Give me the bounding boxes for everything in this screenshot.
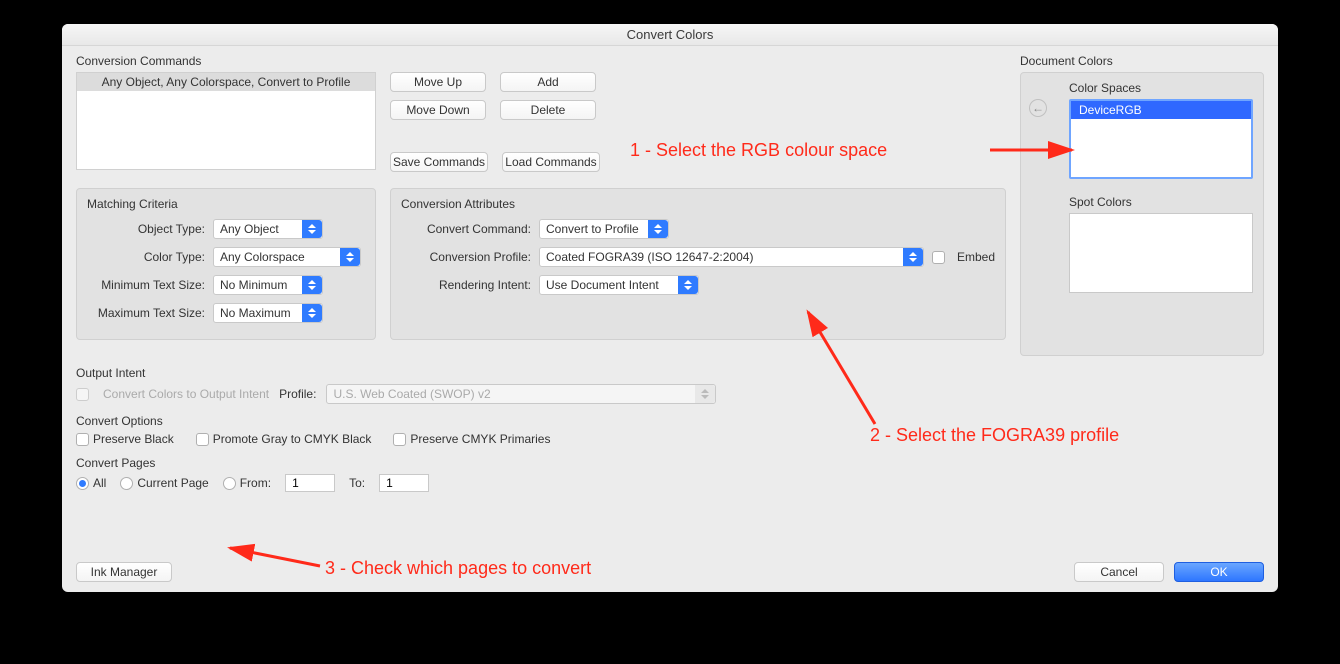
save-commands-button[interactable]: Save Commands <box>390 152 488 172</box>
window-title: Convert Colors <box>62 24 1278 46</box>
commands-list[interactable]: Any Object, Any Colorspace, Convert to P… <box>76 72 376 170</box>
command-item[interactable]: Any Object, Any Colorspace, Convert to P… <box>77 73 375 91</box>
cancel-button[interactable]: Cancel <box>1074 562 1164 582</box>
color-spaces-list[interactable]: DeviceRGB <box>1069 99 1253 179</box>
conversion-commands-label: Conversion Commands <box>76 54 376 68</box>
chevron-updown-icon <box>302 220 322 238</box>
conversion-attributes-panel: Conversion Attributes Convert Command: C… <box>390 188 1006 340</box>
convert-options-label: Convert Options <box>76 414 1264 428</box>
chevron-updown-icon <box>648 220 668 238</box>
rendering-intent-label: Rendering Intent: <box>401 278 531 292</box>
spot-colors-list[interactable] <box>1069 213 1253 293</box>
chevron-updown-icon <box>340 248 360 266</box>
document-colors-panel: ← Color Spaces DeviceRGB Spot Colors <box>1020 72 1264 356</box>
chevron-updown-icon <box>678 276 698 294</box>
pages-current-label: Current Page <box>137 476 208 490</box>
max-text-select[interactable]: No Maximum <box>213 303 323 323</box>
min-text-select[interactable]: No Minimum <box>213 275 323 295</box>
document-colors-label: Document Colors <box>1020 54 1264 68</box>
color-space-item-devicergb[interactable]: DeviceRGB <box>1071 101 1251 119</box>
pages-from-label: From: <box>240 476 271 490</box>
chevron-updown-icon <box>302 304 322 322</box>
pages-to-label: To: <box>349 476 365 490</box>
profile-label: Profile: <box>279 387 316 401</box>
output-intent-label: Output Intent <box>76 366 1264 380</box>
pages-from-input[interactable] <box>285 474 335 492</box>
back-arrow-icon[interactable]: ← <box>1029 99 1047 117</box>
matching-criteria-label: Matching Criteria <box>87 197 365 211</box>
preserve-cmyk-checkbox[interactable] <box>393 433 406 446</box>
matching-criteria-panel: Matching Criteria Object Type: Any Objec… <box>76 188 376 340</box>
move-up-button[interactable]: Move Up <box>390 72 486 92</box>
color-spaces-label: Color Spaces <box>1069 81 1253 95</box>
color-type-label: Color Type: <box>87 250 205 264</box>
load-commands-button[interactable]: Load Commands <box>502 152 600 172</box>
object-type-select[interactable]: Any Object <box>213 219 323 239</box>
ok-button[interactable]: OK <box>1174 562 1264 582</box>
convert-pages-label: Convert Pages <box>76 456 1264 470</box>
convert-command-select[interactable]: Convert to Profile <box>539 219 669 239</box>
pages-current-radio[interactable] <box>120 477 133 490</box>
pages-all-radio[interactable] <box>76 477 89 490</box>
chevron-updown-icon <box>695 385 715 403</box>
embed-checkbox[interactable] <box>932 251 945 264</box>
ink-manager-button[interactable]: Ink Manager <box>76 562 172 582</box>
convert-command-label: Convert Command: <box>401 222 531 236</box>
preserve-cmyk-label: Preserve CMYK Primaries <box>410 432 550 446</box>
output-profile-select: U.S. Web Coated (SWOP) v2 <box>326 384 716 404</box>
color-type-select[interactable]: Any Colorspace <box>213 247 361 267</box>
promote-gray-label: Promote Gray to CMYK Black <box>213 432 372 446</box>
convert-colors-dialog: Convert Colors Conversion Commands Any O… <box>62 24 1278 592</box>
preserve-black-checkbox[interactable] <box>76 433 89 446</box>
output-intent-checkbox-label: Convert Colors to Output Intent <box>103 387 269 401</box>
spot-colors-label: Spot Colors <box>1069 195 1253 209</box>
object-type-label: Object Type: <box>87 222 205 236</box>
rendering-intent-select[interactable]: Use Document Intent <box>539 275 699 295</box>
conversion-profile-label: Conversion Profile: <box>401 250 531 264</box>
delete-button[interactable]: Delete <box>500 100 596 120</box>
move-down-button[interactable]: Move Down <box>390 100 486 120</box>
pages-from-radio[interactable] <box>223 477 236 490</box>
chevron-updown-icon <box>903 248 923 266</box>
add-button[interactable]: Add <box>500 72 596 92</box>
pages-to-input[interactable] <box>379 474 429 492</box>
promote-gray-checkbox[interactable] <box>196 433 209 446</box>
conversion-profile-select[interactable]: Coated FOGRA39 (ISO 12647-2:2004) <box>539 247 924 267</box>
preserve-black-label: Preserve Black <box>93 432 174 446</box>
embed-label: Embed <box>957 250 995 264</box>
min-text-label: Minimum Text Size: <box>87 278 205 292</box>
max-text-label: Maximum Text Size: <box>87 306 205 320</box>
output-intent-checkbox <box>76 388 89 401</box>
chevron-updown-icon <box>302 276 322 294</box>
pages-all-label: All <box>93 476 106 490</box>
conversion-attributes-label: Conversion Attributes <box>401 197 995 211</box>
